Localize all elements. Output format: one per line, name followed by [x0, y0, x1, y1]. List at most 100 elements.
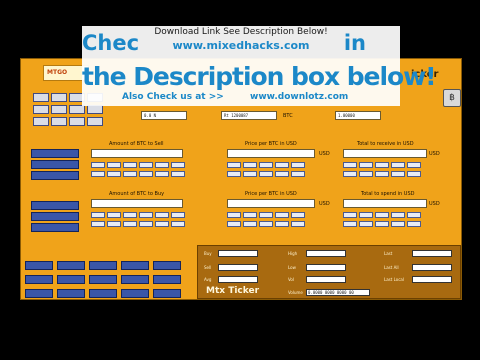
nav-button[interactable] [51, 117, 67, 126]
quick-cell[interactable] [123, 221, 137, 227]
nav-button[interactable] [51, 93, 67, 102]
exchange-button[interactable] [25, 289, 53, 298]
quick-cell[interactable] [259, 171, 273, 177]
quick-cell[interactable] [91, 162, 105, 168]
sell-row-button[interactable] [31, 149, 79, 158]
quick-cell[interactable] [139, 171, 153, 177]
exchange-button[interactable] [57, 275, 85, 284]
quick-cell[interactable] [391, 212, 405, 218]
sell-row-button[interactable] [31, 171, 79, 180]
buy-row-button[interactable] [31, 212, 79, 221]
quick-cell[interactable] [259, 162, 273, 168]
quick-cell[interactable] [227, 171, 241, 177]
sell-amount-input[interactable] [91, 149, 183, 158]
quick-cell[interactable] [227, 162, 241, 168]
quick-cell[interactable] [407, 221, 421, 227]
banner-also-url[interactable]: www.downlotz.com [250, 92, 348, 102]
quick-cell[interactable] [359, 162, 373, 168]
exchange-button[interactable] [121, 275, 149, 284]
quick-cell[interactable] [155, 171, 169, 177]
exchange-button[interactable] [121, 289, 149, 298]
quick-cell[interactable] [359, 212, 373, 218]
nav-button[interactable] [69, 105, 85, 114]
quick-cell[interactable] [123, 171, 137, 177]
exchange-button[interactable] [153, 289, 181, 298]
quick-cell[interactable] [139, 221, 153, 227]
exchange-button[interactable] [153, 275, 181, 284]
quick-cell[interactable] [171, 212, 185, 218]
quick-cell[interactable] [407, 212, 421, 218]
quick-cell[interactable] [391, 162, 405, 168]
quick-cell[interactable] [171, 171, 185, 177]
buy-row-button[interactable] [31, 223, 79, 232]
quick-cell[interactable] [155, 221, 169, 227]
nav-button[interactable] [33, 117, 49, 126]
sell-row-button[interactable] [31, 160, 79, 169]
quick-cell[interactable] [275, 162, 289, 168]
quick-cell[interactable] [123, 162, 137, 168]
quick-cell[interactable] [343, 212, 357, 218]
quick-cell[interactable] [391, 221, 405, 227]
quick-cell[interactable] [155, 162, 169, 168]
quick-cell[interactable] [107, 171, 121, 177]
sell-price-input[interactable] [227, 149, 315, 158]
quick-cell[interactable] [91, 171, 105, 177]
exchange-button[interactable] [57, 289, 85, 298]
exchange-button[interactable] [121, 261, 149, 270]
header-field-3[interactable]: 1.00000 [335, 111, 381, 120]
quick-cell[interactable] [291, 162, 305, 168]
banner-url[interactable]: www.mixedhacks.com [82, 39, 400, 52]
bitcoin-icon[interactable]: ฿ [443, 89, 461, 107]
exchange-button[interactable] [25, 275, 53, 284]
exchange-button[interactable] [89, 289, 117, 298]
nav-button[interactable] [33, 93, 49, 102]
quick-cell[interactable] [155, 212, 169, 218]
nav-button[interactable] [87, 105, 103, 114]
nav-button[interactable] [87, 117, 103, 126]
quick-cell[interactable] [259, 212, 273, 218]
quick-cell[interactable] [139, 162, 153, 168]
exchange-button[interactable] [153, 261, 181, 270]
quick-cell[interactable] [227, 212, 241, 218]
quick-cell[interactable] [407, 171, 421, 177]
exchange-button[interactable] [25, 261, 53, 270]
quick-cell[interactable] [171, 221, 185, 227]
quick-cell[interactable] [291, 171, 305, 177]
quick-cell[interactable] [259, 221, 273, 227]
quick-cell[interactable] [107, 212, 121, 218]
nav-button[interactable] [33, 105, 49, 114]
quick-cell[interactable] [227, 221, 241, 227]
quick-cell[interactable] [139, 212, 153, 218]
header-field-1[interactable]: 0.0 N [141, 111, 187, 120]
buy-amount-input[interactable] [91, 199, 183, 208]
buy-row-button[interactable] [31, 201, 79, 210]
quick-cell[interactable] [375, 171, 389, 177]
quick-cell[interactable] [391, 171, 405, 177]
quick-cell[interactable] [123, 212, 137, 218]
nav-button[interactable] [69, 117, 85, 126]
quick-cell[interactable] [343, 171, 357, 177]
nav-button[interactable] [51, 105, 67, 114]
exchange-button[interactable] [89, 261, 117, 270]
quick-cell[interactable] [243, 162, 257, 168]
buy-price-input[interactable] [227, 199, 315, 208]
quick-cell[interactable] [243, 212, 257, 218]
quick-cell[interactable] [359, 171, 373, 177]
quick-cell[interactable] [375, 221, 389, 227]
quick-cell[interactable] [375, 162, 389, 168]
quick-cell[interactable] [359, 221, 373, 227]
quick-cell[interactable] [171, 162, 185, 168]
quick-cell[interactable] [291, 221, 305, 227]
quick-cell[interactable] [243, 171, 257, 177]
quick-cell[interactable] [107, 221, 121, 227]
quick-cell[interactable] [375, 212, 389, 218]
quick-cell[interactable] [243, 221, 257, 227]
header-field-2[interactable]: Rt 1200087 [221, 111, 277, 120]
quick-cell[interactable] [91, 212, 105, 218]
quick-cell[interactable] [343, 221, 357, 227]
quick-cell[interactable] [275, 212, 289, 218]
quick-cell[interactable] [407, 162, 421, 168]
quick-cell[interactable] [291, 212, 305, 218]
quick-cell[interactable] [343, 162, 357, 168]
quick-cell[interactable] [107, 162, 121, 168]
